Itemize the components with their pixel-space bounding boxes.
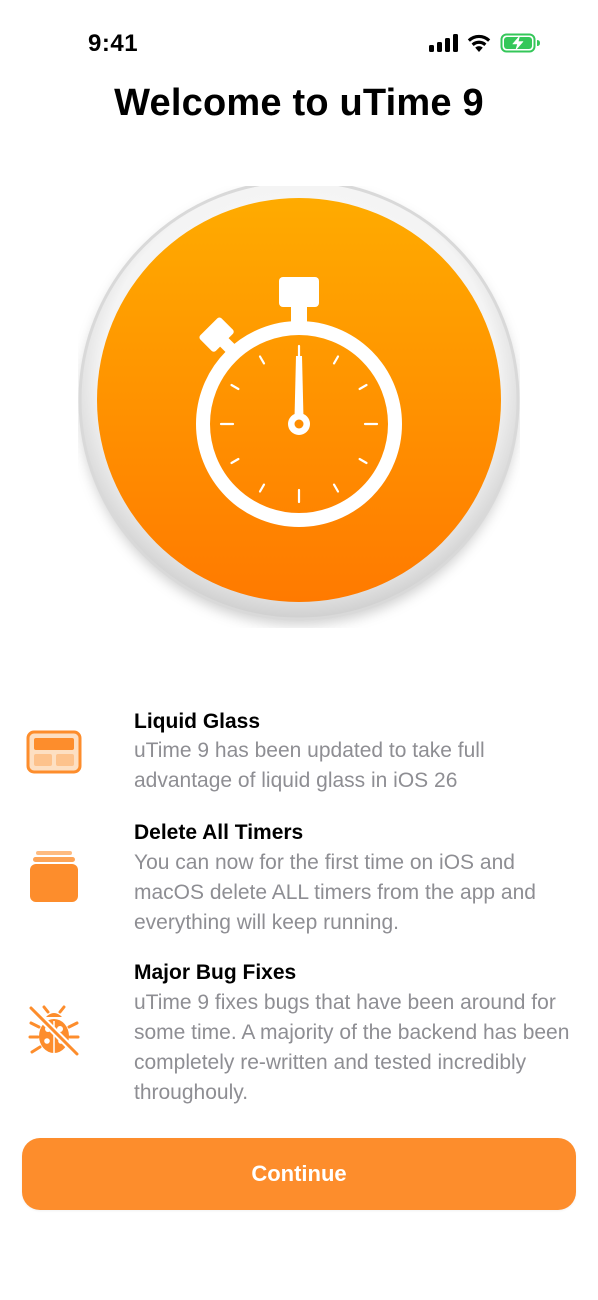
feature-liquid-glass: Liquid Glass uTime 9 has been updated to… — [0, 700, 598, 810]
continue-button[interactable]: Continue — [22, 1138, 576, 1210]
ladybug-slash-icon — [24, 1001, 84, 1061]
feature-title: Major Bug Fixes — [134, 961, 297, 984]
liquid-glass-icon — [24, 722, 84, 782]
feature-description: uTime 9 has been updated to take full ad… — [134, 739, 485, 792]
stacked-cards-icon — [24, 847, 84, 907]
feature-title: Liquid Glass — [134, 710, 261, 733]
status-time: 9:41 — [88, 30, 139, 57]
status-icons — [429, 33, 542, 53]
feature-major-bug-fixes: Major Bug Fixes uTime 9 fixes bugs that … — [0, 951, 598, 1111]
feature-description: You can now for the first time on iOS an… — [134, 851, 536, 934]
stopwatch-app-icon — [78, 186, 520, 621]
welcome-screen: 9:41 Welcome to uTime 9 Liquid Glass uTi… — [0, 0, 598, 1300]
wifi-icon — [467, 34, 491, 52]
cellular-signal-icon — [429, 34, 458, 52]
feature-title: Delete All Timers — [134, 821, 304, 844]
feature-delete-all-timers: Delete All Timers You can now for the fi… — [0, 811, 598, 951]
feature-description: uTime 9 fixes bugs that have been around… — [134, 991, 570, 1104]
page-title: Welcome to uTime 9 — [114, 82, 484, 124]
status-bar: 9:41 — [0, 0, 598, 90]
battery-charging-icon — [500, 33, 540, 53]
